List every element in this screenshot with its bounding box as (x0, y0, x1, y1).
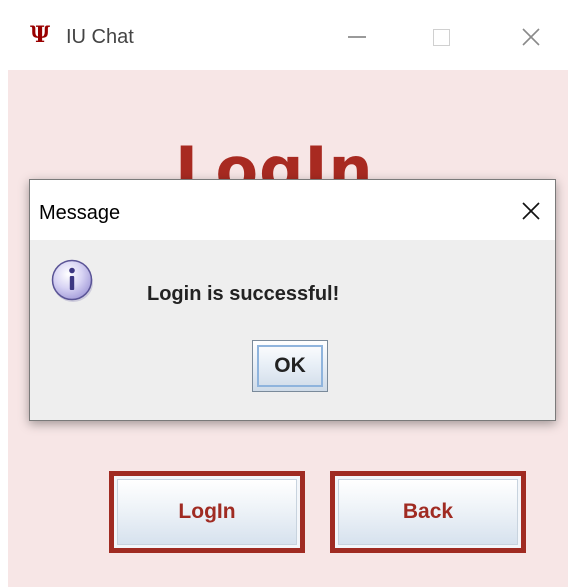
ok-button-label: OK (274, 354, 306, 377)
back-button[interactable]: Back (330, 471, 526, 553)
ok-button[interactable]: OK (252, 340, 328, 392)
back-button-label: Back (402, 500, 454, 523)
dialog-title-bar[interactable]: Message (30, 180, 555, 240)
close-icon[interactable] (516, 22, 546, 52)
dialog-body: Login is successful! OK (30, 240, 555, 420)
message-dialog: Message Login is successful! OK (29, 179, 556, 421)
iu-trident-icon: Ψ (30, 22, 51, 48)
login-button[interactable]: LogIn (109, 471, 305, 553)
app-window: Ψ IU Chat LogIn LogIn Back Message Login… (0, 0, 576, 587)
maximize-icon[interactable] (426, 22, 456, 52)
title-bar[interactable]: Ψ IU Chat (0, 0, 576, 70)
dialog-message: Login is successful! (147, 283, 340, 305)
login-button-label: LogIn (178, 500, 236, 523)
dialog-close-icon[interactable] (518, 198, 544, 224)
info-icon (50, 258, 96, 304)
window-title: IU Chat (66, 26, 134, 48)
dialog-title: Message (39, 202, 121, 224)
minimize-icon[interactable] (342, 22, 372, 52)
